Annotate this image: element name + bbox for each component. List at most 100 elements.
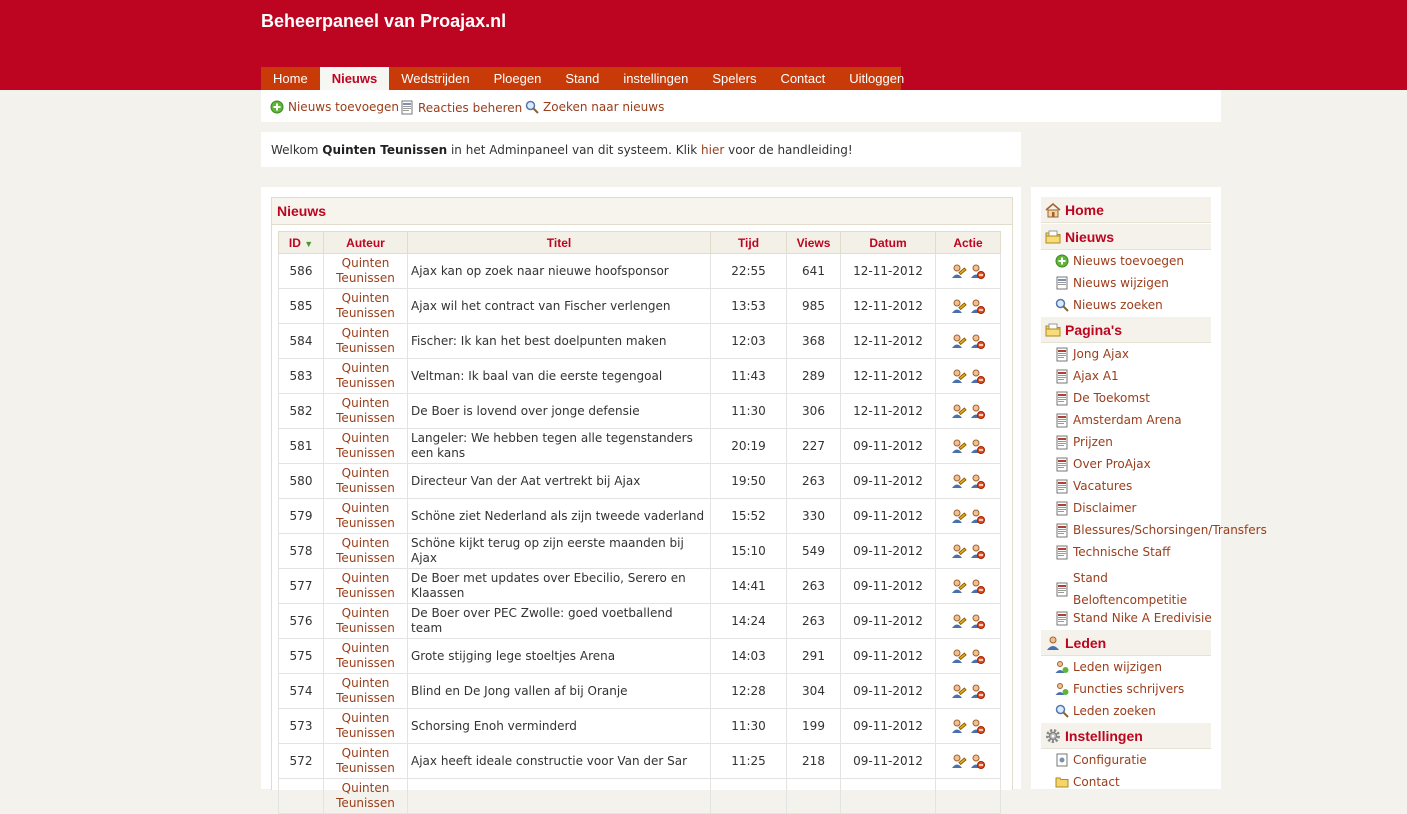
col-titel[interactable]: Titel (407, 231, 711, 254)
delete-user-icon[interactable] (969, 613, 985, 629)
sidebar-instellingen[interactable]: Instellingen (1041, 723, 1211, 749)
cell-tijd: 15:10 (710, 533, 787, 569)
edit-icon[interactable] (951, 683, 967, 699)
page-icon (1056, 582, 1068, 596)
edit-icon[interactable] (951, 753, 967, 769)
cell-auteur[interactable]: Quinten Teunissen (323, 603, 408, 639)
col-datum[interactable]: Datum (840, 231, 936, 254)
search-news-link[interactable]: Zoeken naar nieuws (525, 100, 664, 114)
add-news-link[interactable]: Nieuws toevoegen (270, 100, 399, 114)
edit-icon[interactable] (951, 403, 967, 419)
nav-stand[interactable]: Stand (553, 67, 611, 90)
cell-auteur[interactable]: Quinten Teunissen (323, 253, 408, 289)
table-row: 585 Quinten Teunissen Ajax wil het contrac… (278, 288, 1001, 324)
nav-ploegen[interactable]: Ploegen (482, 67, 554, 90)
sidebar-instellingen-item[interactable]: Contact (1055, 775, 1120, 790)
cell-auteur[interactable]: Quinten Teunissen (323, 393, 408, 429)
nav-instellingen[interactable]: instellingen (611, 67, 700, 90)
sidebar-pagina-item[interactable]: Technische Staff (1055, 545, 1170, 560)
nav-nieuws[interactable]: Nieuws (319, 67, 390, 90)
delete-user-icon[interactable] (969, 263, 985, 279)
cell-auteur[interactable]: Quinten Teunissen (323, 708, 408, 744)
edit-icon[interactable] (951, 648, 967, 664)
cell-auteur[interactable]: Quinten Teunissen (323, 498, 408, 534)
sidebar-leden-item[interactable]: Functies schrijvers (1055, 682, 1184, 697)
delete-user-icon[interactable] (969, 473, 985, 489)
sidebar-nieuws-item[interactable]: Nieuws zoeken (1055, 298, 1163, 313)
sidebar-paginas[interactable]: Pagina's (1041, 317, 1211, 343)
sidebar-leden-item[interactable]: Leden zoeken (1055, 704, 1156, 719)
cell-auteur[interactable]: Quinten Teunissen (323, 358, 408, 394)
col-views[interactable]: Views (786, 231, 841, 254)
sidebar-pagina-item[interactable]: Prijzen (1055, 435, 1113, 450)
edit-icon[interactable] (951, 473, 967, 489)
col-tijd[interactable]: Tijd (710, 231, 787, 254)
sidebar-pagina-item[interactable]: Ajax A1 (1055, 369, 1119, 384)
edit-icon[interactable] (951, 543, 967, 559)
delete-user-icon[interactable] (969, 753, 985, 769)
sidebar-pagina-item-label: Disclaimer (1073, 501, 1137, 515)
sidebar-home[interactable]: Home (1041, 197, 1211, 223)
sidebar-pagina-item[interactable]: Stand Nike A Eredivisie (1055, 611, 1212, 626)
delete-user-icon[interactable] (969, 508, 985, 524)
table-row: 581 Quinten Teunissen Langeler: We hebben … (278, 428, 1001, 464)
manage-reactions-link[interactable]: Reacties beheren (400, 100, 522, 115)
delete-user-icon[interactable] (969, 403, 985, 419)
sidebar-pagina-item[interactable]: Amsterdam Arena (1055, 413, 1182, 428)
col-id-label: ID (288, 235, 301, 250)
edit-icon[interactable] (951, 578, 967, 594)
sidebar-nieuws-item[interactable]: Nieuws wijzigen (1055, 276, 1169, 291)
sidebar-pagina-item[interactable]: Over ProAjax (1055, 457, 1151, 472)
delete-user-icon[interactable] (969, 648, 985, 664)
edit-icon[interactable] (951, 298, 967, 314)
sidebar-pagina-item[interactable]: Jong Ajax (1055, 347, 1129, 362)
sidebar-leden[interactable]: Leden (1041, 630, 1211, 656)
cell-auteur[interactable]: Quinten Teunissen (323, 428, 408, 464)
sidebar-pagina-item[interactable]: Stand Beloftencompetitie (1055, 567, 1187, 611)
edit-icon[interactable] (951, 613, 967, 629)
delete-user-icon[interactable] (969, 298, 985, 314)
user-edit-icon (1055, 661, 1069, 673)
col-id[interactable]: ID ▼ (278, 231, 324, 254)
delete-user-icon[interactable] (969, 683, 985, 699)
nav-wedstrijden[interactable]: Wedstrijden (389, 67, 481, 90)
cell-auteur[interactable]: Quinten Teunissen (323, 638, 408, 674)
sidebar-pagina-item[interactable]: Vacatures (1055, 479, 1132, 494)
cell-auteur[interactable]: Quinten Teunissen (323, 533, 408, 569)
sidebar-nieuws[interactable]: Nieuws (1041, 224, 1211, 250)
sidebar-pagina-item[interactable]: Disclaimer (1055, 501, 1136, 516)
delete-user-icon[interactable] (969, 578, 985, 594)
edit-icon[interactable] (951, 368, 967, 384)
cell-auteur[interactable]: Quinten Teunissen (323, 463, 408, 499)
sidebar-pagina-item-label: Amsterdam Arena (1073, 413, 1182, 427)
cell-auteur[interactable]: Quinten Teunissen (323, 323, 408, 359)
cell-auteur[interactable]: Quinten Teunissen (323, 288, 408, 324)
col-auteur[interactable]: Auteur (323, 231, 408, 254)
cell-auteur[interactable]: Quinten Teunissen (323, 743, 408, 779)
edit-icon[interactable] (951, 718, 967, 734)
nav-uitloggen[interactable]: Uitloggen (837, 67, 916, 90)
cell-auteur[interactable]: Quinten Teunissen (323, 568, 408, 604)
sidebar-nieuws-item[interactable]: Nieuws toevoegen (1055, 254, 1184, 269)
nav-spelers[interactable]: Spelers (700, 67, 768, 90)
edit-icon[interactable] (951, 333, 967, 349)
edit-icon[interactable] (951, 508, 967, 524)
manual-link[interactable]: hier (701, 143, 724, 157)
sidebar-pagina-item[interactable]: Blessures/Schorsingen/Transfers (1055, 523, 1267, 538)
delete-user-icon[interactable] (969, 368, 985, 384)
nav-contact[interactable]: Contact (768, 67, 837, 90)
delete-user-icon[interactable] (969, 718, 985, 734)
cell-auteur[interactable]: Quinten Teunissen (323, 778, 408, 814)
delete-user-icon[interactable] (969, 333, 985, 349)
cell-tijd: 13:53 (710, 288, 787, 324)
delete-user-icon[interactable] (969, 543, 985, 559)
edit-icon[interactable] (951, 263, 967, 279)
sidebar-leden-item[interactable]: Leden wijzigen (1055, 660, 1162, 675)
sidebar-instellingen-item[interactable]: Configuratie (1055, 753, 1147, 768)
nav-home[interactable]: Home (261, 67, 320, 90)
cell-auteur[interactable]: Quinten Teunissen (323, 673, 408, 709)
table-row: 582 Quinten Teunissen De Boer is lovend ov… (278, 393, 1001, 429)
sidebar-pagina-item[interactable]: De Toekomst (1055, 391, 1150, 406)
delete-user-icon[interactable] (969, 438, 985, 454)
edit-icon[interactable] (951, 438, 967, 454)
